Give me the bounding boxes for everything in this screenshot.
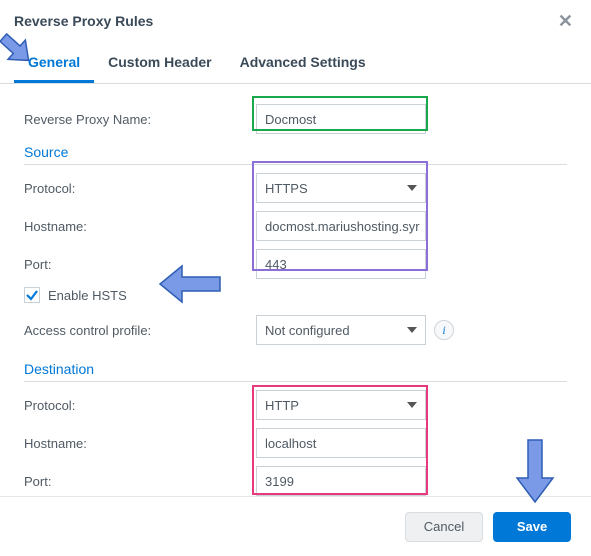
label-src-protocol: Protocol:: [24, 181, 256, 196]
label-dst-protocol: Protocol:: [24, 398, 256, 413]
label-src-port: Port:: [24, 257, 256, 272]
label-dst-hostname: Hostname:: [24, 436, 256, 451]
input-dst-hostname[interactable]: localhost: [256, 428, 426, 458]
reverse-proxy-rules-dialog: Reverse Proxy Rules ✕ General Custom Hea…: [0, 0, 591, 556]
label-dst-port: Port:: [24, 474, 256, 489]
tab-general[interactable]: General: [14, 46, 94, 83]
input-dst-port-value: 3199: [265, 474, 294, 489]
input-dst-port[interactable]: 3199: [256, 466, 426, 496]
info-icon[interactable]: i: [434, 320, 454, 340]
select-dst-protocol[interactable]: HTTP: [256, 390, 426, 420]
check-icon: [25, 288, 39, 302]
checkbox-hsts[interactable]: [24, 287, 40, 303]
dialog-footer: Cancel Save: [0, 496, 591, 556]
tab-custom-header[interactable]: Custom Header: [94, 46, 225, 83]
row-src-port: Port: 443: [24, 247, 567, 281]
row-name: Reverse Proxy Name: Docmost: [24, 102, 567, 136]
select-acp[interactable]: Not configured: [256, 315, 426, 345]
window-title: Reverse Proxy Rules: [14, 13, 153, 29]
row-dst-hostname: Hostname: localhost: [24, 426, 567, 460]
select-src-protocol-value: HTTPS: [265, 181, 308, 196]
input-src-hostname[interactable]: docmost.mariushosting.syr: [256, 211, 426, 241]
select-acp-value: Not configured: [265, 323, 350, 338]
titlebar: Reverse Proxy Rules ✕: [0, 0, 591, 38]
label-src-hostname: Hostname:: [24, 219, 256, 234]
tabs: General Custom Header Advanced Settings: [0, 46, 591, 84]
input-dst-hostname-value: localhost: [265, 436, 316, 451]
chevron-down-icon: [407, 402, 417, 408]
input-name-value: Docmost: [265, 112, 316, 127]
label-hsts: Enable HSTS: [48, 288, 127, 303]
select-dst-protocol-value: HTTP: [265, 398, 299, 413]
row-hsts: Enable HSTS: [24, 287, 567, 303]
input-src-port-value: 443: [265, 257, 287, 272]
section-destination-title: Destination: [24, 361, 567, 382]
chevron-down-icon: [407, 185, 417, 191]
input-name[interactable]: Docmost: [256, 104, 426, 134]
save-button[interactable]: Save: [493, 512, 571, 542]
row-acp: Access control profile: Not configured i: [24, 313, 567, 347]
row-dst-port: Port: 3199: [24, 464, 567, 498]
row-src-hostname: Hostname: docmost.mariushosting.syr: [24, 209, 567, 243]
cancel-button[interactable]: Cancel: [405, 512, 483, 542]
chevron-down-icon: [407, 327, 417, 333]
select-src-protocol[interactable]: HTTPS: [256, 173, 426, 203]
row-dst-protocol: Protocol: HTTP: [24, 388, 567, 422]
input-src-hostname-value: docmost.mariushosting.syr: [265, 219, 420, 234]
input-src-port[interactable]: 443: [256, 249, 426, 279]
label-acp: Access control profile:: [24, 323, 256, 338]
label-name: Reverse Proxy Name:: [24, 112, 256, 127]
close-icon[interactable]: ✕: [554, 10, 577, 32]
tab-advanced[interactable]: Advanced Settings: [226, 46, 380, 83]
section-source-title: Source: [24, 144, 567, 165]
row-src-protocol: Protocol: HTTPS: [24, 171, 567, 205]
dialog-body: Reverse Proxy Name: Docmost Source Proto…: [0, 84, 591, 498]
